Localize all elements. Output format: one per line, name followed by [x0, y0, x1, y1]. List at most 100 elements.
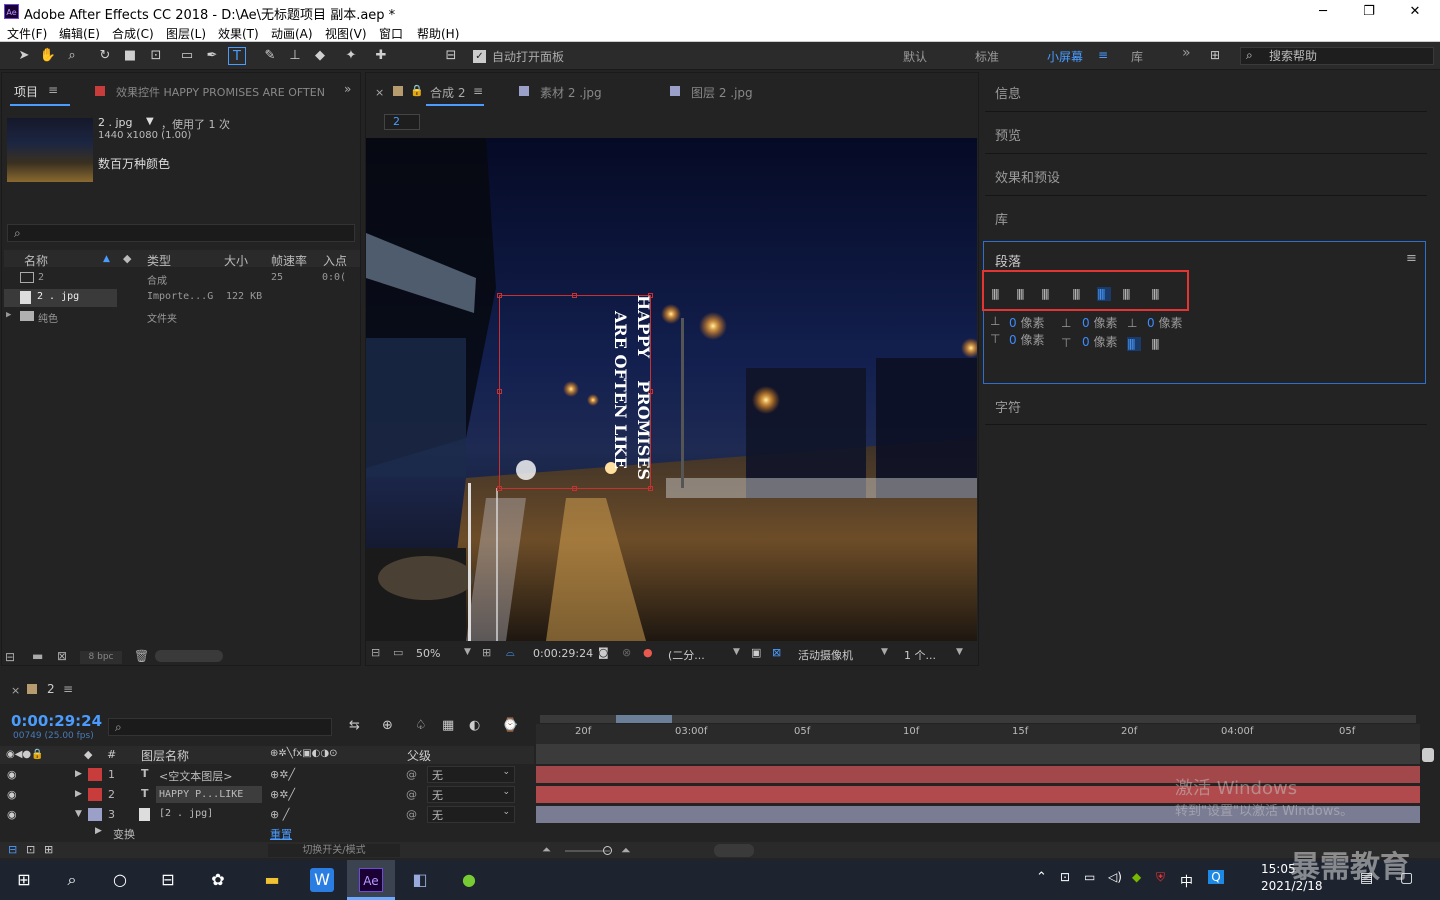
layer-switches[interactable]: ⊕✲╱ — [270, 788, 295, 801]
zoom-out-icon[interactable]: ⏶ — [542, 843, 551, 857]
vertical-text-line-1[interactable]: HAPPY PROMISES — [634, 295, 653, 480]
search-icon[interactable]: ⌕ — [60, 868, 84, 892]
project-row[interactable]: ▶ 纯色 文件夹 — [4, 308, 344, 326]
panel-preview[interactable]: 预览 — [995, 125, 1021, 144]
panel-effects-presets[interactable]: 效果和预设 — [995, 167, 1060, 186]
direction-ltr-icon[interactable]: |||| — [1127, 337, 1141, 351]
shy-layers-icon[interactable]: ♤ — [415, 718, 427, 733]
menu-file[interactable]: 文件(F) — [7, 25, 47, 42]
toggle-switches-modes-button[interactable]: 切换开关/模式 — [268, 844, 400, 857]
hand-tool-icon[interactable]: ✋ — [39, 47, 57, 65]
pickwhip-icon[interactable]: @ — [406, 788, 417, 801]
layer-switches[interactable]: ⊕ ╱ — [270, 808, 289, 821]
restore-button[interactable]: ❐ — [1346, 2, 1392, 22]
parent-dropdown[interactable]: 无 ⌄ — [427, 786, 515, 803]
workspace-default[interactable]: 默认 — [903, 48, 927, 65]
work-area-range[interactable] — [616, 715, 672, 723]
menu-effect[interactable]: 效果(T) — [218, 25, 259, 42]
project-menu-icon[interactable]: ≡ — [48, 83, 58, 97]
workspace-standard[interactable]: 标准 — [975, 48, 999, 65]
project-scrollbar[interactable] — [155, 650, 223, 662]
composition-viewer[interactable]: HAPPY PROMISES ARE OFTEN LIKE — [366, 138, 977, 641]
pan-behind-tool-icon[interactable]: ⊡ — [147, 47, 165, 65]
camera-tool-icon[interactable]: ■ — [121, 47, 139, 65]
time-navigator[interactable] — [536, 744, 1420, 764]
space-before-field[interactable]: 0 像素 — [1009, 331, 1044, 348]
col-layer-name[interactable]: 图层名称 — [141, 747, 189, 764]
menu-view[interactable]: 视图(V) — [325, 25, 367, 42]
layer-switches-toggle-icon[interactable]: ⊟ — [8, 843, 17, 856]
qq-icon[interactable]: Q — [1208, 870, 1224, 884]
layer-name[interactable]: HAPPY P...LIKE — [156, 786, 262, 803]
views-dropdown[interactable]: 1 个... — [904, 647, 936, 663]
mask-visibility-icon[interactable]: ⌓ — [506, 646, 515, 660]
indent-margin-field[interactable]: 0 像素 — [1082, 314, 1117, 331]
layer-row[interactable]: ◉ ▼ 3 [2 . jpg] ⊕ ╱ @ 无 ⌄ — [0, 805, 534, 825]
menu-help[interactable]: 帮助(H) — [417, 25, 459, 42]
roto-brush-tool-icon[interactable]: ✦ — [342, 47, 360, 65]
indent-after-field[interactable]: 0 像素 — [1147, 314, 1182, 331]
network-icon[interactable]: ▭ — [1084, 870, 1095, 884]
always-preview-icon[interactable]: ⊟ — [371, 646, 380, 659]
chevron-down-icon[interactable]: ▼ — [733, 647, 740, 657]
align-center-icon[interactable]: |||| — [1016, 287, 1030, 301]
timeline-timecode[interactable]: 0:00:29:24 — [11, 712, 102, 730]
layer-search-input[interactable]: ⌕ — [108, 718, 332, 736]
zoom-slider-thumb[interactable] — [603, 846, 612, 855]
col-type[interactable]: 类型 — [147, 252, 171, 268]
align-bottom-icon[interactable]: |||| — [1041, 287, 1055, 301]
transform-row[interactable]: ▶ 变换 重置 — [0, 825, 534, 841]
item-dropdown-icon[interactable]: ▼ — [146, 116, 154, 127]
comp-mini-flowchart-icon[interactable]: ⇆ — [349, 718, 360, 733]
zoom-dropdown[interactable]: 50% — [416, 647, 440, 660]
justify-last-top-icon[interactable]: |||| — [1072, 287, 1086, 301]
motion-blur-icon[interactable]: ◐ — [469, 718, 480, 733]
col-size[interactable]: 大小 — [224, 252, 248, 268]
security-icon[interactable]: ⛨ — [1156, 870, 1165, 885]
collapse-arrow-icon[interactable]: ▼ — [75, 809, 82, 819]
chevron-down-icon[interactable]: ▼ — [881, 647, 888, 657]
tab-composition[interactable]: 合成 2 — [430, 84, 465, 101]
brush-tool-icon[interactable]: ✎ — [261, 47, 279, 65]
expand-arrow-icon[interactable]: ▶ — [6, 310, 11, 320]
close-tab-icon[interactable]: × — [375, 86, 384, 99]
watermelon-app-icon[interactable]: ● — [457, 868, 481, 892]
parent-dropdown[interactable]: 无 ⌄ — [427, 806, 515, 823]
col-fps[interactable]: 帧速率 — [271, 252, 307, 268]
panel-library[interactable]: 库 — [995, 209, 1008, 228]
justify-all-icon[interactable]: |||| — [1151, 287, 1165, 301]
justify-last-bottom-icon[interactable]: |||| — [1122, 287, 1136, 301]
comp-breadcrumb[interactable]: 2 — [384, 114, 420, 130]
menu-layer[interactable]: 图层(L) — [166, 25, 206, 42]
workspace-menu-icon[interactable]: ≡ — [1098, 48, 1108, 62]
region-of-interest-icon[interactable]: ▣ — [751, 646, 761, 659]
trash-icon[interactable]: 🗑 — [134, 649, 149, 663]
expand-arrow-icon[interactable]: ▶ — [75, 769, 82, 779]
transfer-controls-toggle-icon[interactable]: ⊡ — [26, 843, 35, 856]
pinwheel-app-icon[interactable]: ✿ — [206, 868, 230, 892]
selection-tool-icon[interactable]: ➤ — [15, 47, 33, 65]
space-after-field[interactable]: 0 像素 — [1082, 333, 1117, 350]
file-explorer-icon[interactable]: ▬ — [260, 868, 284, 892]
wps-app-icon[interactable]: W — [310, 868, 334, 892]
bbox-handle[interactable] — [572, 293, 577, 298]
project-row[interactable]: 2 . jpg Importe...G 122 KB — [4, 289, 344, 307]
tab-project[interactable]: 项目 — [14, 83, 38, 100]
bbox-handle[interactable] — [572, 486, 577, 491]
expand-arrow-icon[interactable]: ▶ — [95, 826, 102, 836]
after-effects-taskbar-icon[interactable]: Ae — [359, 868, 383, 892]
layer-name[interactable]: <空文本图层> — [159, 768, 232, 784]
tray-app-icon[interactable]: ⊡ — [1060, 870, 1070, 884]
panel-character[interactable]: 字符 — [995, 397, 1021, 416]
pen-tool-icon[interactable]: ✒ — [203, 47, 221, 65]
puppet-pin-tool-icon[interactable]: ✚ — [372, 47, 390, 65]
transparency-grid-icon[interactable]: ⊠ — [772, 646, 781, 659]
layer-switches[interactable]: ⊕✲╱ — [270, 768, 295, 781]
sync-settings-icon[interactable]: ⊞ — [1210, 48, 1220, 62]
timeline-menu-icon[interactable]: ≡ — [63, 682, 73, 696]
minimize-button[interactable]: ─ — [1300, 2, 1346, 22]
resolution-dropdown[interactable]: (二分... — [668, 647, 705, 663]
tab-footage[interactable]: 素材 2 .jpg — [540, 84, 602, 101]
windows-start-icon[interactable]: ⊞ — [12, 868, 36, 892]
label-tag-icon[interactable]: ◆ — [123, 252, 131, 266]
